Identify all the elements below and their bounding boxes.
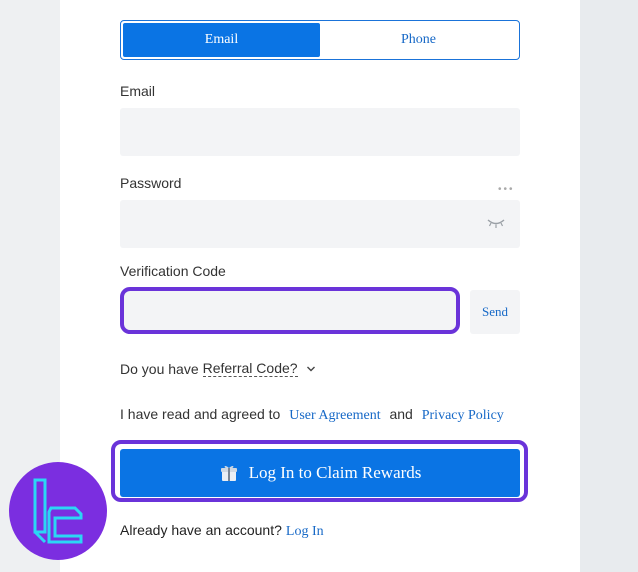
claim-rewards-button[interactable]: Log In to Claim Rewards	[120, 449, 520, 497]
privacy-policy-link[interactable]: Privacy Policy	[422, 408, 504, 423]
referral-toggle[interactable]: Do you have Referral Code?	[120, 360, 316, 377]
login-link[interactable]: Log In	[286, 524, 324, 539]
email-field[interactable]	[120, 108, 520, 156]
password-label: Password	[120, 175, 182, 191]
user-agreement-link[interactable]: User Agreement	[289, 408, 380, 423]
hide-password-icon[interactable]	[486, 216, 506, 230]
gift-icon	[220, 465, 237, 481]
agreement-text: I have read and agreed to User Agreement…	[120, 406, 509, 424]
account-prompt: Already have an account? Log In	[120, 522, 324, 540]
chevron-down-icon	[306, 366, 315, 371]
email-label: Email	[120, 83, 156, 99]
verification-code-field[interactable]	[120, 287, 460, 334]
password-dots: •••	[498, 184, 515, 195]
brand-mark-icon	[33, 478, 83, 544]
login-method-tabs: Email Phone	[120, 20, 520, 60]
agreement-prefix: I have read and agreed to	[120, 406, 281, 422]
claim-rewards-label: Log In to Claim Rewards	[248, 463, 422, 482]
brand-logo	[9, 462, 107, 560]
password-field[interactable]	[120, 200, 520, 248]
tab-phone[interactable]: Phone	[320, 23, 517, 57]
tab-email[interactable]: Email	[123, 23, 320, 57]
referral-prefix: Do you have	[120, 360, 199, 377]
right-background	[580, 0, 638, 572]
agreement-and: and	[389, 406, 413, 422]
verification-code-label: Verification Code	[120, 263, 226, 279]
referral-link[interactable]: Referral Code?	[202, 360, 298, 377]
send-code-button[interactable]: Send	[470, 290, 520, 334]
account-prompt-text: Already have an account?	[120, 522, 282, 538]
